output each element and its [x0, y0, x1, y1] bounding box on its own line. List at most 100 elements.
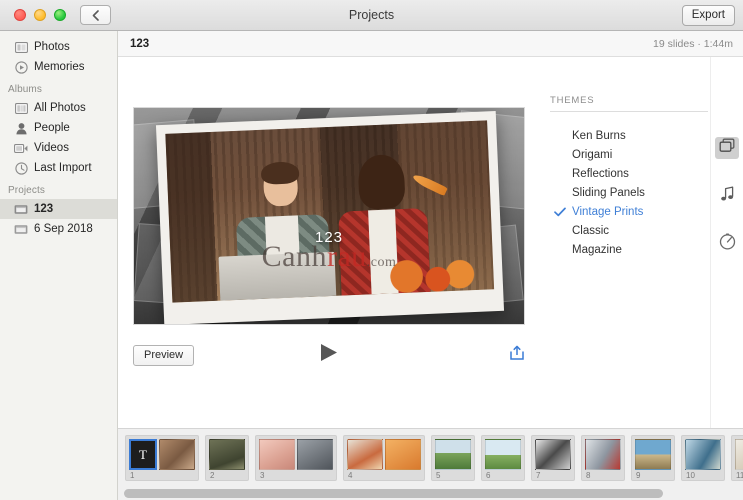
window-body: Photos Memories Albums All Photos People…	[0, 31, 743, 500]
photo-thumbnail[interactable]	[485, 439, 521, 470]
chevron-left-icon	[92, 9, 99, 21]
filmstrip-slide[interactable]: 3	[255, 435, 337, 481]
photo-thumbnail[interactable]	[535, 439, 571, 470]
filmstrip-slide[interactable]: 5	[431, 435, 475, 481]
slideshow-icon	[14, 202, 28, 216]
filmstrip-slide[interactable]: T1	[125, 435, 199, 481]
title-bar: Projects Export	[0, 0, 743, 31]
title-card-thumbnail[interactable]: T	[129, 439, 157, 470]
slide-number: 6	[486, 471, 491, 480]
photo-thumbnail[interactable]	[585, 439, 621, 470]
sidebar-item-videos[interactable]: Videos	[0, 138, 117, 158]
sidebar-item-label: 123	[34, 203, 54, 215]
photos-app-window: Projects Export Photos Memories Albums A…	[0, 0, 743, 500]
check-icon	[554, 207, 572, 217]
music-note-icon	[720, 185, 735, 207]
sidebar-group-albums-label: Albums	[8, 84, 42, 95]
filmstrip-slide[interactable]: 10	[681, 435, 725, 481]
slide-preview-stage[interactable]: 123 Canhrau.com	[133, 107, 525, 325]
sidebar-item-all-photos[interactable]: All Photos	[0, 98, 117, 118]
theme-item-ken-burns[interactable]: Ken Burns	[550, 126, 710, 145]
preview-button[interactable]: Preview	[133, 344, 195, 366]
photo-thumbnail[interactable]	[209, 439, 245, 470]
export-button[interactable]: Export	[681, 4, 735, 26]
photo-thumbnail[interactable]	[735, 439, 743, 470]
slide-number: 8	[586, 471, 591, 480]
photo-thumbnail[interactable]	[685, 439, 721, 470]
themes-list: Ken Burns Origami Reflections Sliding Pa…	[550, 112, 710, 259]
filmstrip-slide[interactable]: 7	[531, 435, 575, 481]
theme-item-sliding-panels[interactable]: Sliding Panels	[550, 183, 710, 202]
theme-label: Classic	[572, 224, 610, 237]
play-icon	[320, 344, 338, 366]
close-button[interactable]	[14, 9, 26, 21]
maximize-button[interactable]	[54, 9, 66, 21]
theme-label: Ken Burns	[572, 129, 626, 142]
sidebar-item-photos[interactable]: Photos	[0, 37, 117, 57]
slide-thumbnails	[259, 439, 333, 470]
slide-number: 7	[536, 471, 541, 480]
theme-label: Vintage Prints	[572, 205, 644, 218]
photos-icon	[14, 40, 28, 54]
photo-thumbnail[interactable]	[635, 439, 671, 470]
photo-thumbnail[interactable]	[297, 439, 333, 470]
back-button[interactable]	[80, 5, 111, 25]
themes-tab-button[interactable]	[715, 137, 739, 159]
slide-number: 11	[736, 471, 743, 480]
sidebar-item-label: People	[34, 122, 70, 134]
filmstrip-slide[interactable]: 2	[205, 435, 249, 481]
slide-thumbnails	[485, 439, 521, 470]
theme-label: Sliding Panels	[572, 186, 645, 199]
slide-thumbnails	[209, 439, 245, 470]
filmstrip-slide[interactable]: 4	[343, 435, 425, 481]
slide-thumbnails	[435, 439, 471, 470]
watermark-prefix: Canh	[261, 239, 327, 273]
slide-thumbnails	[635, 439, 671, 470]
duration-timer-icon	[719, 233, 736, 255]
photo-thumbnail[interactable]	[435, 439, 471, 470]
sidebar-item-project-123[interactable]: 123	[0, 199, 117, 219]
slide-photo	[165, 120, 495, 303]
sidebar-item-people[interactable]: People	[0, 118, 117, 138]
sidebar-item-label: Last Import	[34, 162, 92, 174]
share-export-button[interactable]	[509, 345, 525, 366]
share-export-icon	[509, 345, 525, 365]
sidebar-item-label: Memories	[34, 61, 85, 73]
content-area: 123 19 slides · 1:44m 123 Canhrau.com Pr…	[118, 31, 743, 500]
filmstrip-slide[interactable]: 8	[581, 435, 625, 481]
filmstrip-slide[interactable]: 6	[481, 435, 525, 481]
memories-icon	[14, 60, 28, 74]
photo-thumbnail[interactable]	[159, 439, 195, 470]
slide-thumbnails	[585, 439, 621, 470]
slide-count-duration: 19 slides · 1:44m	[653, 37, 733, 50]
sidebar-item-label: Videos	[34, 142, 69, 154]
minimize-button[interactable]	[34, 9, 46, 21]
play-button[interactable]	[320, 343, 338, 367]
photo-thumbnail[interactable]	[385, 439, 421, 470]
photo-thumbnail[interactable]	[347, 439, 383, 470]
filmstrip-scrollbar-thumb[interactable]	[124, 489, 664, 498]
theme-item-origami[interactable]: Origami	[550, 145, 710, 164]
slide-thumbnails	[685, 439, 721, 470]
sidebar-item-memories[interactable]: Memories	[0, 57, 117, 77]
slide-number: 10	[686, 471, 695, 480]
theme-item-vintage-prints[interactable]: Vintage Prints	[550, 202, 710, 221]
slide-number: 5	[436, 471, 441, 480]
theme-item-reflections[interactable]: Reflections	[550, 164, 710, 183]
sidebar-item-project-6-sep-2018[interactable]: 6 Sep 2018	[0, 219, 117, 239]
photo-thumbnail[interactable]	[259, 439, 295, 470]
filmstrip-slide[interactable]: 11	[731, 435, 743, 481]
filmstrip-slide[interactable]: 9	[631, 435, 675, 481]
theme-item-magazine[interactable]: Magazine	[550, 240, 710, 259]
music-tab-button[interactable]	[715, 185, 739, 207]
sidebar-item-last-import[interactable]: Last Import	[0, 158, 117, 178]
filmstrip[interactable]: T123456789101112131	[118, 429, 743, 487]
sidebar-item-label: All Photos	[34, 102, 86, 114]
filmstrip-scrollbar[interactable]	[118, 487, 743, 500]
slide-number: 3	[260, 471, 265, 480]
theme-item-classic[interactable]: Classic	[550, 221, 710, 240]
slide-number: 4	[348, 471, 353, 480]
themes-icon	[719, 138, 735, 158]
duration-tab-button[interactable]	[715, 233, 739, 255]
slide-thumbnails	[347, 439, 421, 470]
